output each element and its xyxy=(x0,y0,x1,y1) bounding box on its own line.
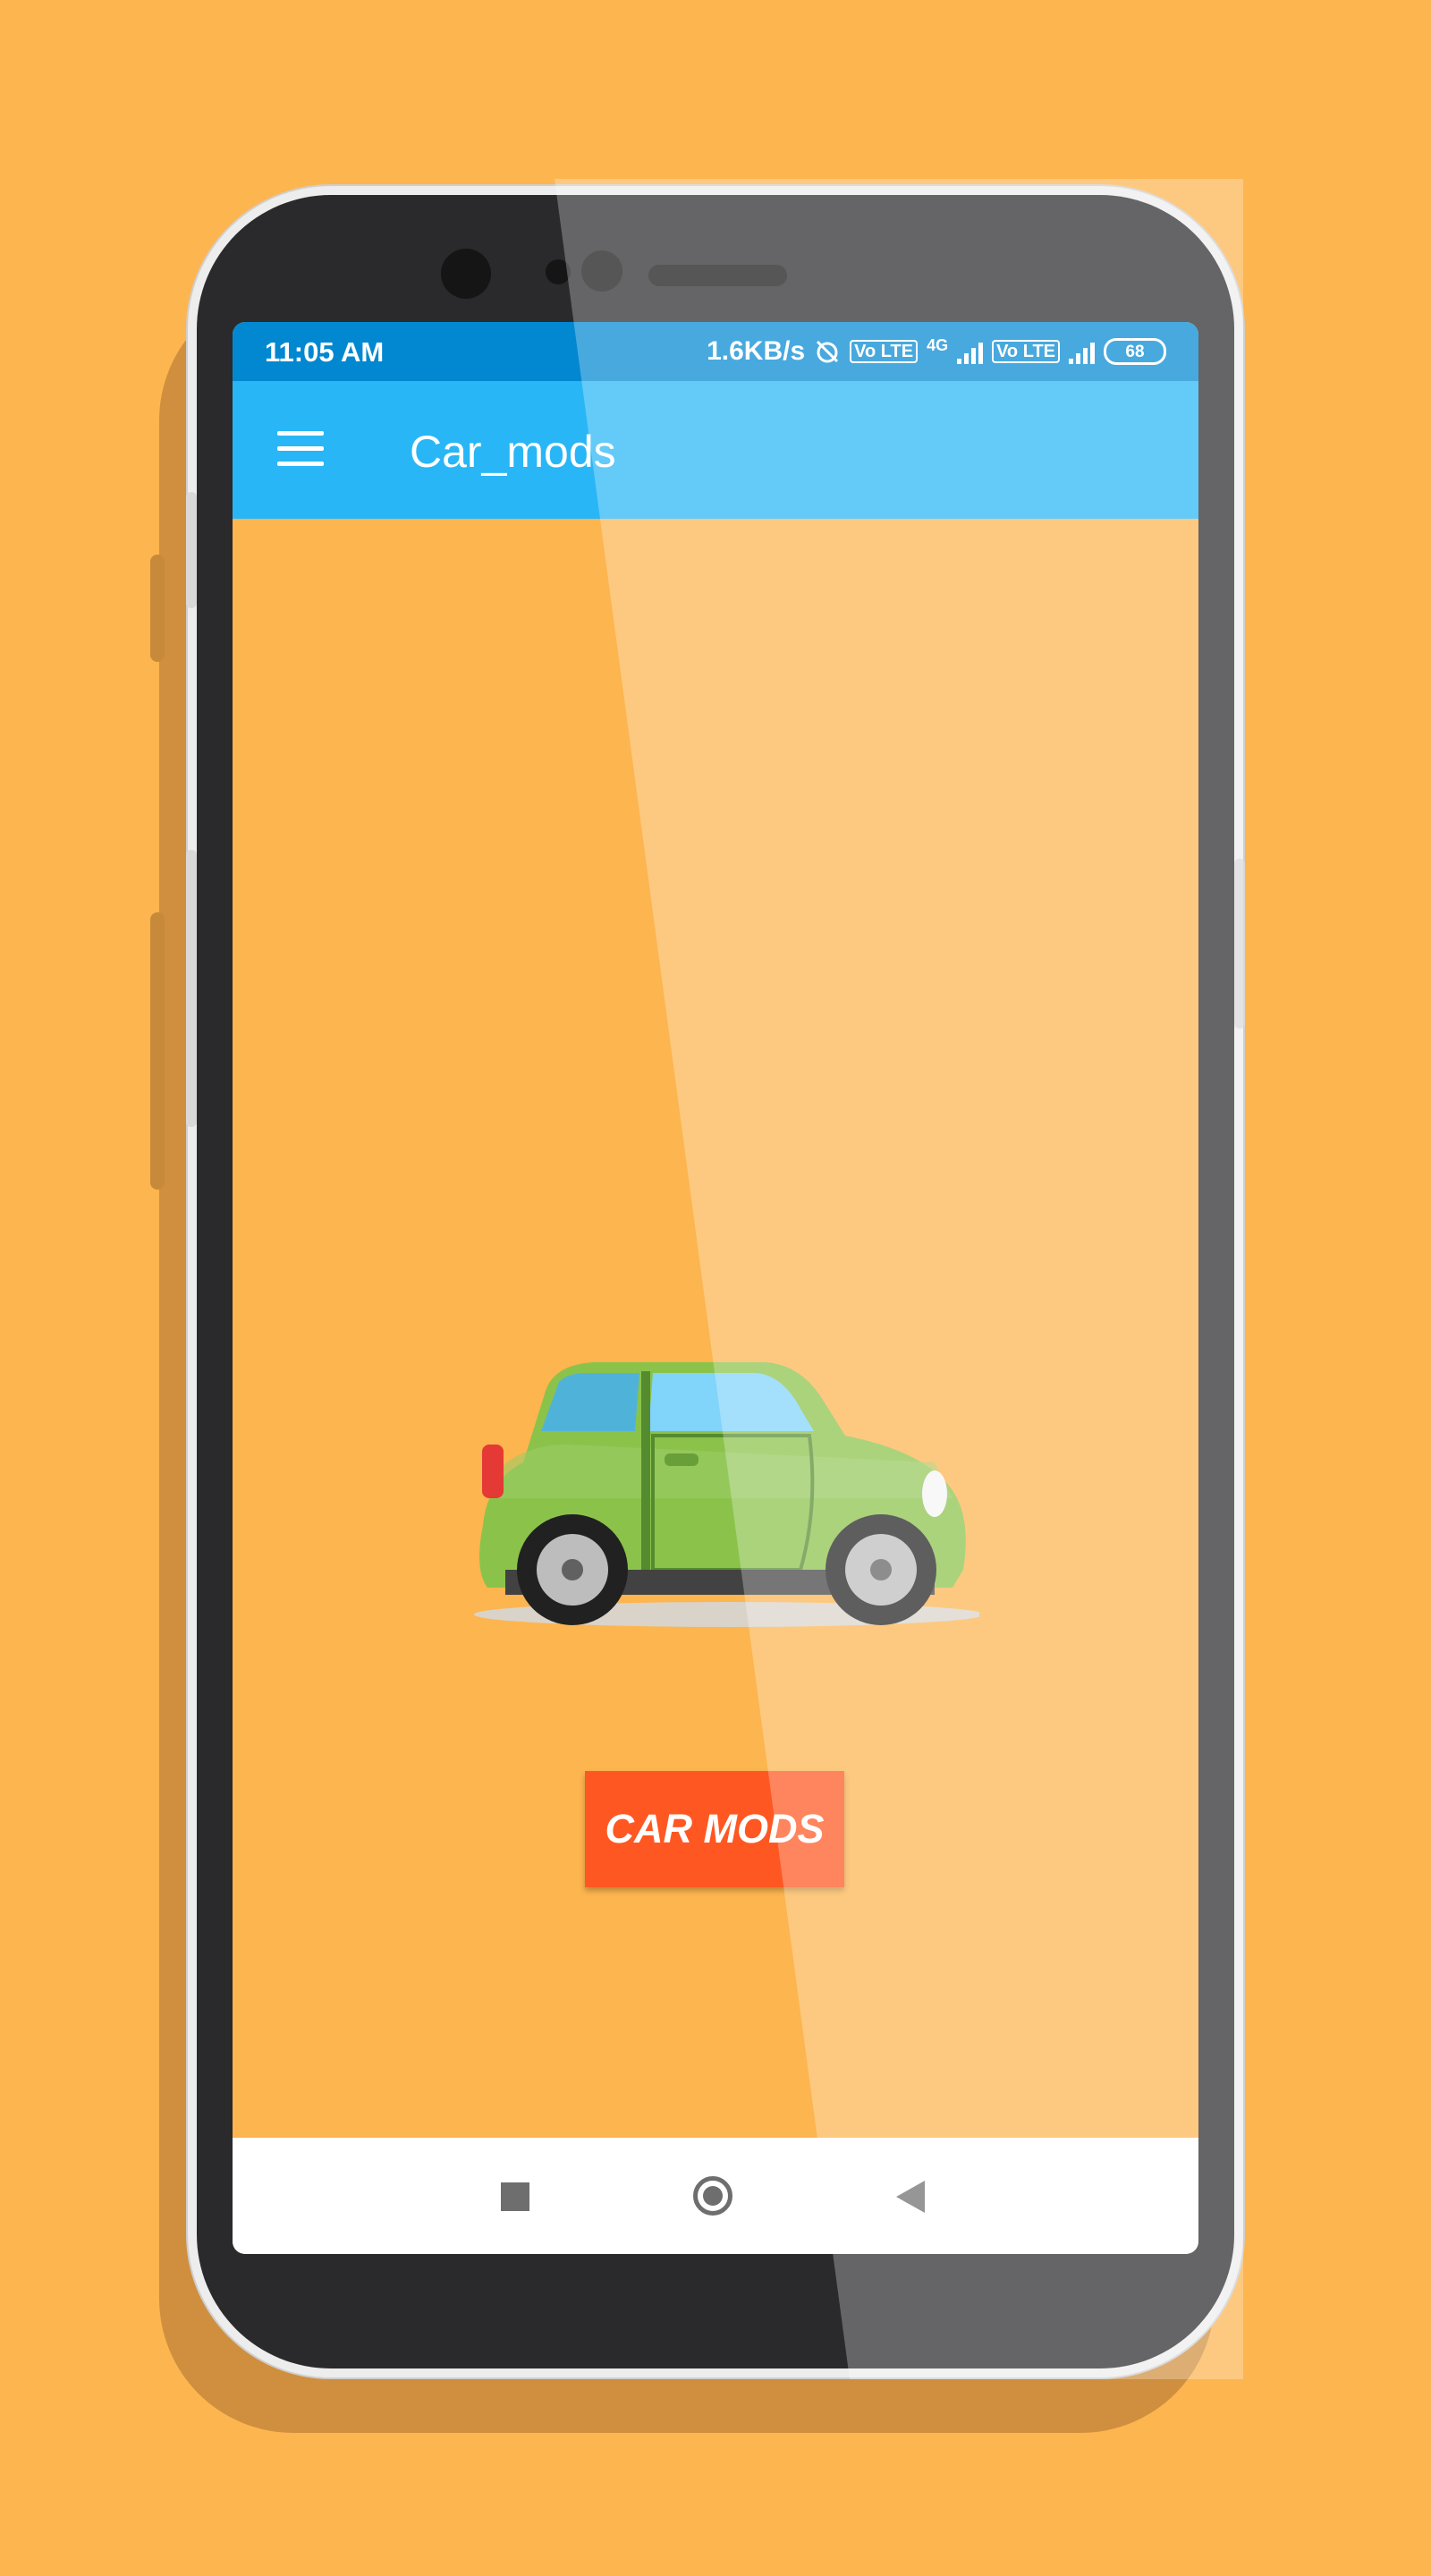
status-icons: 1.6KB/s Vo LTE 4G Vo LTE 68 xyxy=(707,336,1166,367)
status-bar: 11:05 AM 1.6KB/s Vo LTE 4G Vo LTE 68 xyxy=(233,322,1198,381)
phone-side-button-shadow xyxy=(150,912,165,1190)
volte-icon: Vo LTE xyxy=(850,340,919,363)
signal-strength-icon xyxy=(957,339,984,364)
app-title: Car_mods xyxy=(410,427,616,477)
status-time: 11:05 AM xyxy=(265,336,385,368)
car-mods-button[interactable]: CAR MODS xyxy=(585,1771,844,1887)
battery-icon: 68 xyxy=(1104,338,1166,365)
navigation-bar xyxy=(233,2138,1198,2254)
network-speed: 1.6KB/s xyxy=(707,336,806,366)
phone-side-button xyxy=(186,492,197,608)
phone-frame: 11:05 AM 1.6KB/s Vo LTE 4G Vo LTE 68 Car… xyxy=(197,195,1234,2368)
sensor-icon xyxy=(546,259,571,284)
back-triangle-icon[interactable] xyxy=(896,2181,925,2213)
car-illustration xyxy=(474,1362,979,1627)
phone-side-button xyxy=(1234,859,1245,1029)
alarm-off-icon xyxy=(817,340,839,363)
earpiece-speaker xyxy=(648,265,787,286)
signal-strength-icon xyxy=(1069,339,1095,364)
app-bar: Car_mods xyxy=(233,381,1198,519)
hamburger-menu-icon[interactable] xyxy=(277,431,324,467)
volte-icon: Vo LTE xyxy=(992,340,1060,363)
front-camera-icon xyxy=(581,250,622,292)
phone-side-button-shadow xyxy=(150,555,165,662)
home-circle-icon[interactable] xyxy=(693,2176,732,2216)
phone-side-button xyxy=(186,850,197,1127)
front-camera-icon xyxy=(441,249,491,299)
phone-screen: 11:05 AM 1.6KB/s Vo LTE 4G Vo LTE 68 Car… xyxy=(233,322,1198,2254)
network-type: 4G xyxy=(927,336,949,354)
recents-square-icon[interactable] xyxy=(501,2182,529,2211)
